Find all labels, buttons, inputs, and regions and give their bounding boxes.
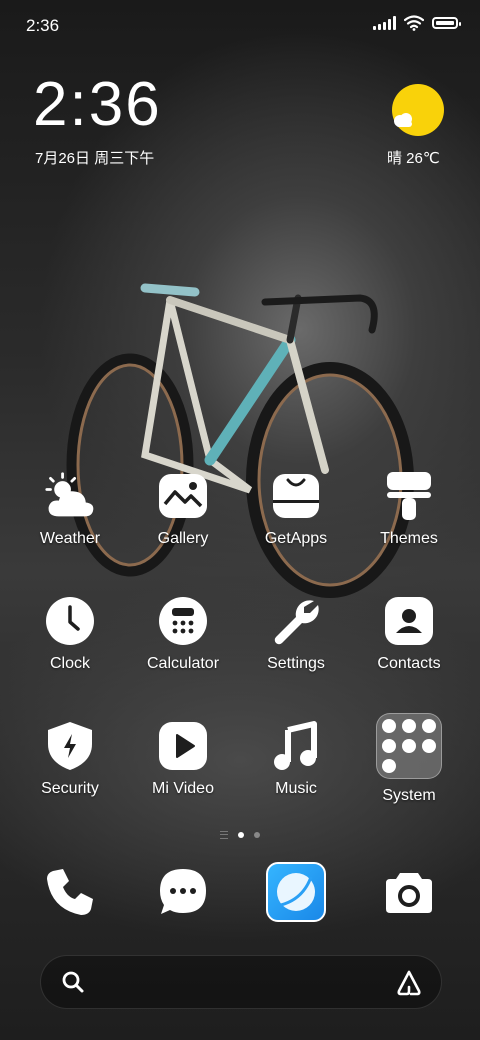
app-label-gallery: Gallery	[157, 530, 209, 547]
clock-icon	[44, 595, 96, 647]
themes-icon	[383, 470, 435, 522]
message-icon	[160, 869, 206, 914]
search-bar[interactable]	[40, 955, 442, 1010]
app-label-getapps: GetApps	[264, 530, 328, 547]
app-label-security: Security	[41, 780, 99, 797]
app-clock[interactable]: Clock	[15, 595, 125, 673]
shield-icon	[44, 720, 96, 772]
signal-icon	[373, 16, 396, 30]
dock-browser[interactable]	[266, 862, 326, 922]
weather-text: 晴 26℃	[387, 150, 440, 167]
app-label-music: Music	[275, 780, 317, 797]
status-time: 2:36	[26, 16, 60, 35]
getapps-icon	[270, 470, 322, 522]
weather-icon	[44, 470, 96, 522]
gallery-icon	[157, 470, 209, 522]
clock-widget-time[interactable]: 2:36	[33, 74, 162, 136]
app-security[interactable]: Security	[15, 720, 125, 798]
app-label-clock: Clock	[49, 655, 90, 672]
search-input[interactable]	[101, 956, 381, 1010]
app-label-contacts: Contacts	[377, 655, 441, 672]
status-icons	[373, 15, 461, 31]
app-getapps[interactable]: GetApps	[241, 470, 351, 548]
app-label-system: System	[382, 787, 436, 804]
app-themes[interactable]: Themes	[354, 470, 464, 548]
app-label-themes: Themes	[380, 530, 438, 547]
battery-icon	[432, 17, 461, 29]
app-settings[interactable]: Settings	[241, 595, 351, 673]
music-note-icon	[270, 720, 322, 772]
dock-phone[interactable]	[42, 864, 98, 920]
dock-messaging[interactable]	[155, 864, 211, 920]
app-music[interactable]: Music	[241, 720, 351, 798]
app-gallery[interactable]: Gallery	[128, 470, 238, 548]
dock-camera[interactable]	[381, 864, 437, 920]
status-bar: 2:36	[0, 0, 480, 50]
browser-icon	[277, 873, 315, 911]
app-label-weather: Weather	[39, 530, 101, 547]
wrench-icon	[270, 595, 322, 647]
app-label-mi-video: Mi Video	[152, 780, 214, 797]
contacts-icon	[383, 595, 435, 647]
page-dot	[254, 832, 260, 838]
page-indicator-list-icon	[220, 831, 228, 839]
search-icon[interactable]	[61, 970, 85, 994]
calculator-icon	[157, 595, 209, 647]
clock-widget-date: 7月26日 周三下午	[35, 150, 155, 167]
app-calculator[interactable]: Calculator	[128, 595, 238, 673]
app-folder-system[interactable]: System	[354, 713, 464, 805]
assistant-icon[interactable]	[395, 969, 423, 997]
phone-icon	[47, 869, 93, 915]
play-icon	[157, 720, 209, 772]
weather-cloud-icon	[394, 113, 412, 127]
app-mi-video[interactable]: Mi Video	[128, 720, 238, 798]
page-dot-current	[238, 832, 244, 838]
weather-sun-icon[interactable]	[392, 84, 444, 136]
wifi-icon	[404, 15, 424, 31]
wallpaper-bike	[66, 283, 414, 598]
app-weather[interactable]: Weather	[15, 470, 125, 548]
app-label-settings: Settings	[267, 655, 325, 672]
camera-icon	[386, 873, 432, 913]
app-label-calculator: Calculator	[146, 655, 220, 672]
system-folder-icon	[376, 713, 442, 779]
app-contacts[interactable]: Contacts	[354, 595, 464, 673]
page-indicator[interactable]	[0, 831, 480, 839]
